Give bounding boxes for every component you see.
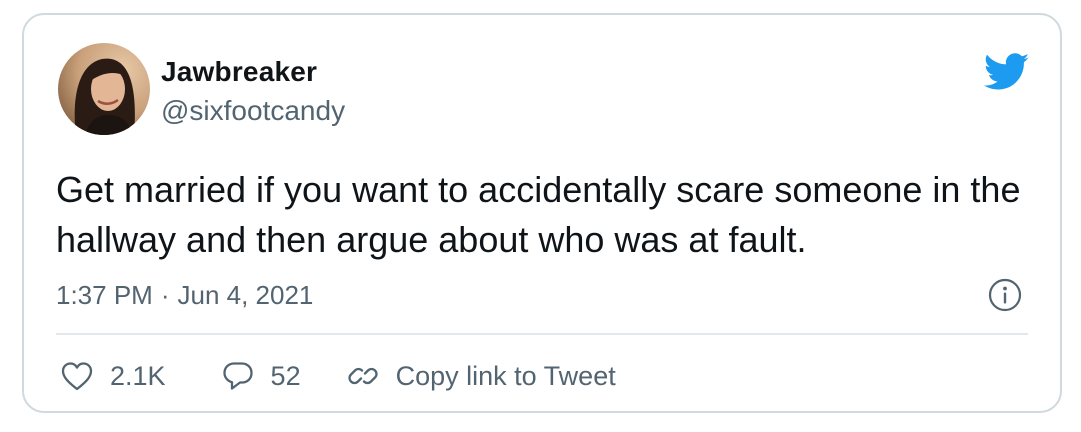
copy-link-label: Copy link to Tweet [395, 360, 616, 391]
tweet-timestamp[interactable]: 1:37 PM · Jun 4, 2021 [56, 280, 313, 311]
tweet-card: Jawbreaker @sixfootcandy Get married if … [22, 13, 1062, 413]
link-icon [347, 367, 378, 385]
reply-button[interactable]: 52 [221, 360, 301, 392]
heart-icon [61, 362, 93, 391]
tweet-time[interactable]: 1:37 PM [56, 280, 153, 310]
like-button[interactable]: 2.1K [60, 360, 166, 392]
reply-count: 52 [270, 360, 301, 391]
twitter-bird-icon[interactable] [983, 53, 1030, 91]
tweet-text: Get married if you want to accidentally … [56, 169, 1021, 260]
info-icon[interactable] [988, 278, 1022, 312]
copy-link-button[interactable]: Copy link to Tweet [346, 360, 616, 392]
meta-separator: · [160, 280, 170, 310]
tweet-actions: 2.1K 52 Copy link to Tweet [60, 352, 616, 400]
divider [56, 333, 1028, 335]
avatar[interactable] [58, 43, 150, 135]
author-name[interactable]: Jawbreaker [161, 56, 317, 88]
tweet-date[interactable]: Jun 4, 2021 [178, 280, 314, 310]
avatar-image [58, 43, 150, 135]
speech-bubble-icon [222, 362, 253, 390]
like-count: 2.1K [110, 360, 166, 391]
author-handle[interactable]: @sixfootcandy [161, 95, 345, 127]
